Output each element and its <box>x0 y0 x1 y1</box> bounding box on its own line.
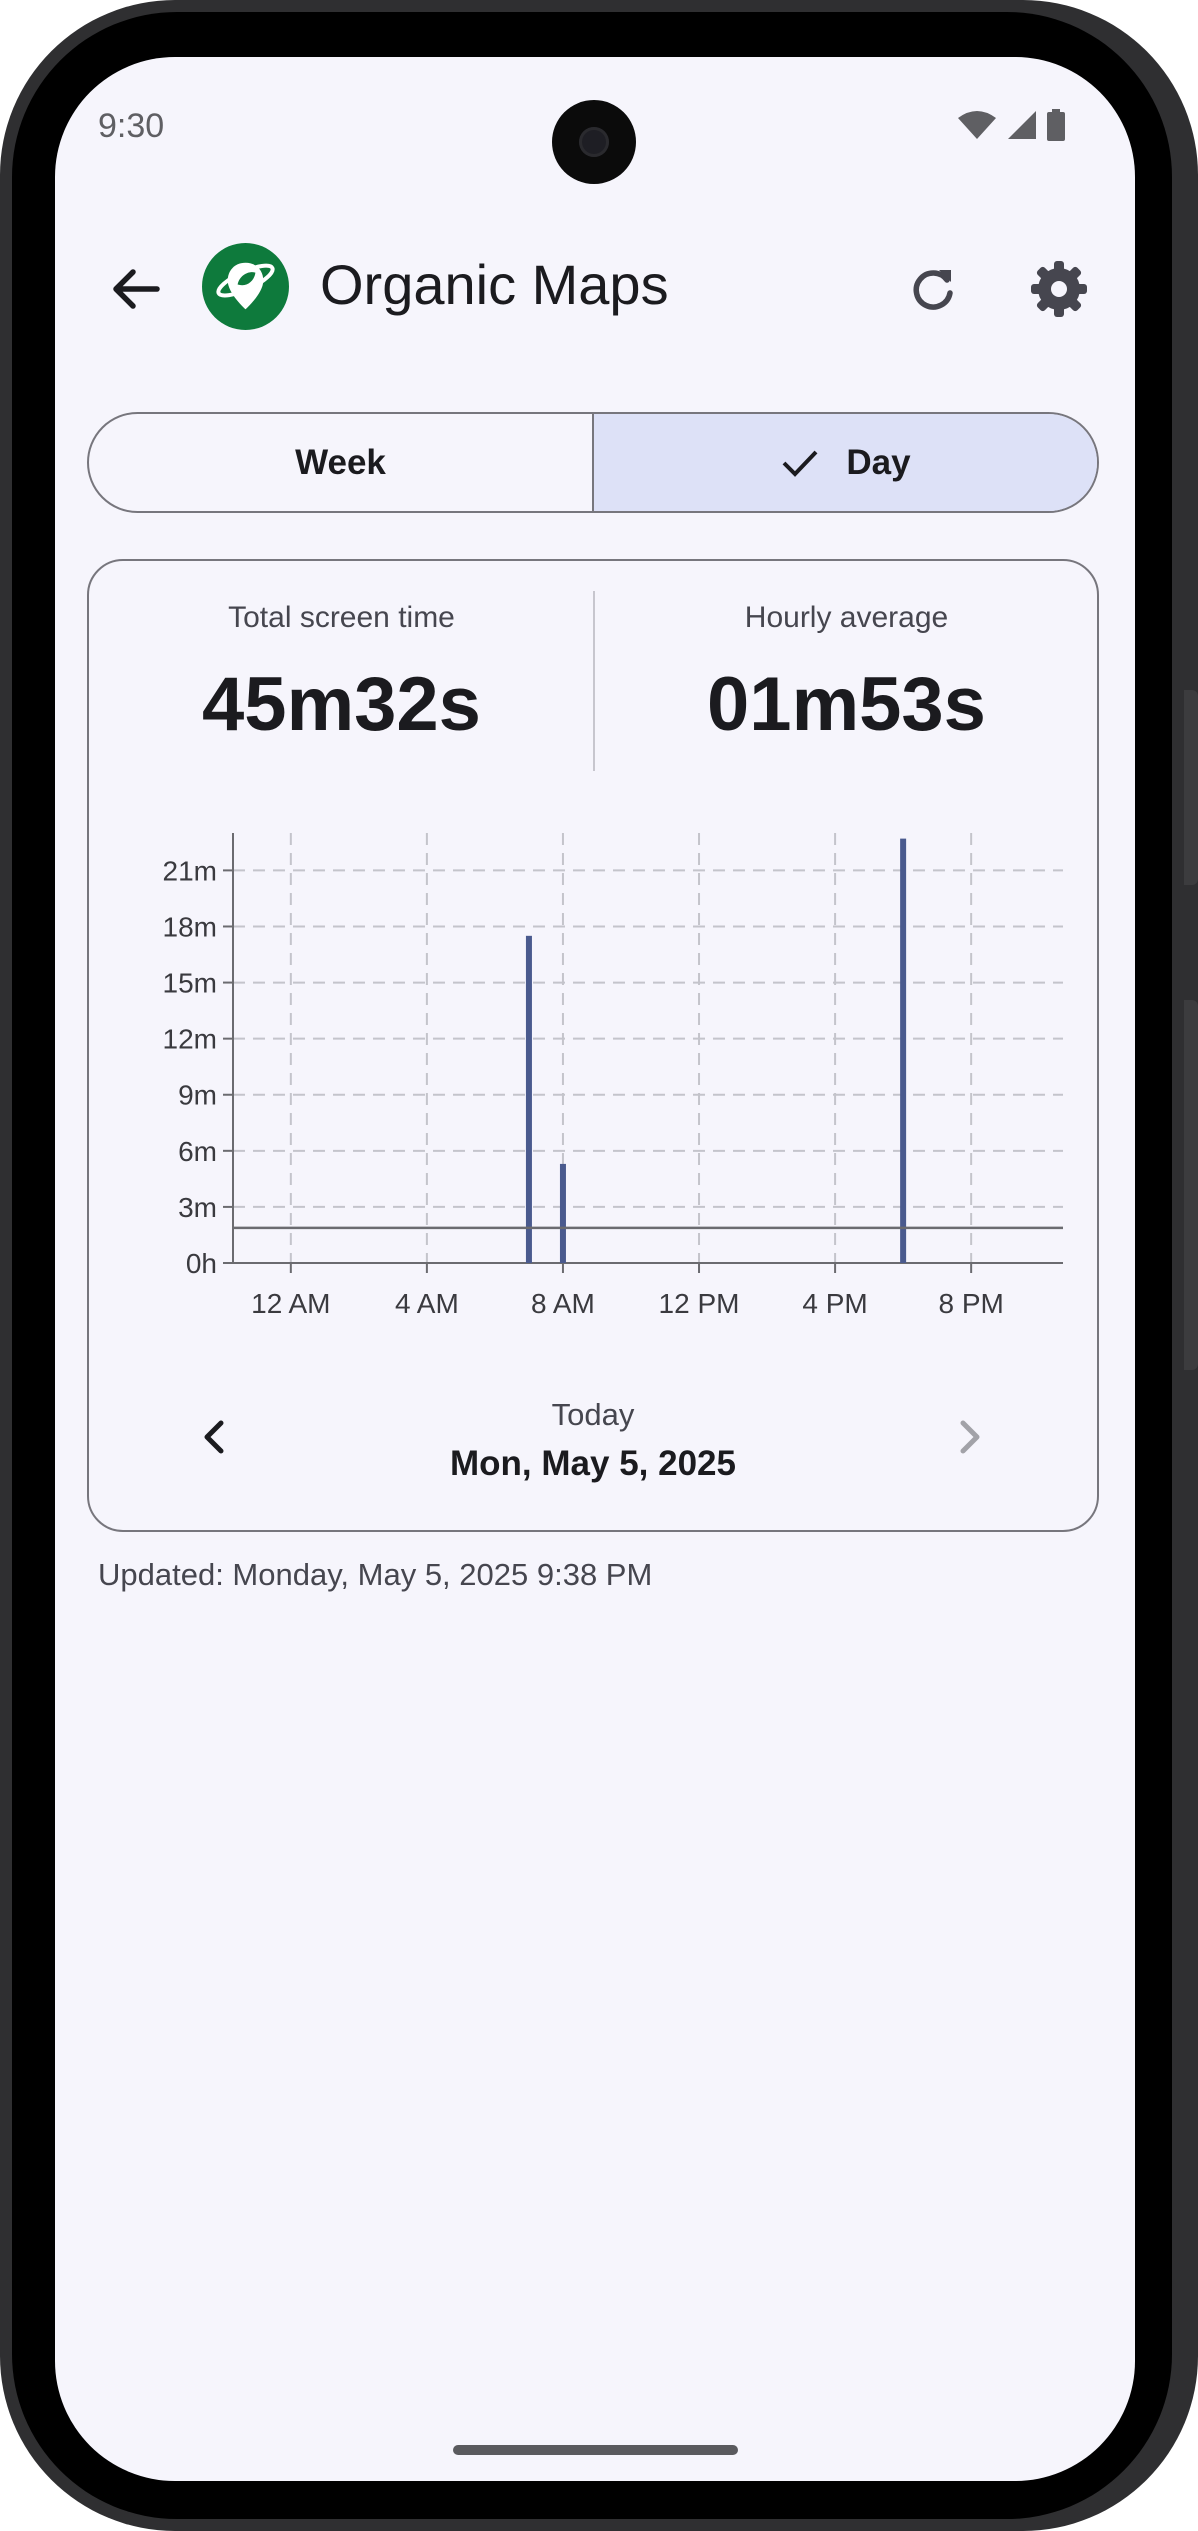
chevron-right-icon[interactable] <box>941 1409 997 1465</box>
y-tick-label: 15m <box>163 968 217 999</box>
x-tick-label: 8 PM <box>938 1288 1003 1319</box>
x-tick-label: 12 PM <box>659 1288 740 1319</box>
organic-maps-logo <box>202 243 289 330</box>
updated-timestamp: Updated: Monday, May 5, 2025 9:38 PM <box>98 1557 653 1592</box>
usage-bar <box>559 1163 566 1263</box>
usage-bar <box>900 838 907 1263</box>
usage-chart: 0h 3m 6m 9m 12m 15m 18m 21m 12 AM 4 AM 8 AM 12 PM 4 … <box>163 833 1063 1319</box>
status-time: 9:30 <box>98 107 165 145</box>
y-tick-label: 3m <box>178 1192 217 1223</box>
power-button <box>1184 690 1198 885</box>
segment-week-label: Week <box>295 442 386 482</box>
battery-icon <box>1047 109 1065 141</box>
y-tick-label: 0h <box>186 1248 217 1279</box>
app-title: Organic Maps <box>320 253 669 316</box>
segment-day[interactable]: Day <box>592 414 1097 511</box>
y-tick-label: 9m <box>178 1080 217 1111</box>
segment-day-label: Day <box>846 442 911 482</box>
period-segmented-control: Week Day <box>87 412 1099 513</box>
y-tick-label: 18m <box>163 911 217 942</box>
x-tick-label: 4 PM <box>802 1288 867 1319</box>
status-icons <box>957 109 1065 141</box>
cellular-signal-icon <box>1008 111 1036 139</box>
screen: 9:30 Organic Maps Week Day Total screen … <box>55 57 1135 2481</box>
volume-button <box>1184 1000 1198 1370</box>
usage-bar <box>525 935 532 1263</box>
x-tick-label: 12 AM <box>251 1288 330 1319</box>
hourly-average-label: Hourly average <box>744 601 949 634</box>
front-camera <box>552 100 636 184</box>
hourly-average-value: 01m53s <box>707 662 986 747</box>
phone-frame: 9:30 Organic Maps Week Day Total screen … <box>0 0 1198 2531</box>
usage-card: Total screen time 45m32s Hourly average … <box>87 559 1099 1532</box>
total-screen-time-value: 45m32s <box>202 662 481 747</box>
x-tick-label: 4 AM <box>395 1288 459 1319</box>
y-tick-label: 21m <box>163 855 217 886</box>
check-icon <box>782 450 818 477</box>
y-tick-label: 6m <box>178 1136 217 1167</box>
segment-week[interactable]: Week <box>89 414 592 511</box>
refresh-icon[interactable] <box>897 253 969 325</box>
total-screen-time-label: Total screen time <box>228 601 455 634</box>
gear-icon[interactable] <box>1023 253 1095 325</box>
y-tick-label: 12m <box>163 1024 217 1055</box>
home-indicator[interactable] <box>453 2445 738 2455</box>
x-tick-label: 8 AM <box>531 1288 595 1319</box>
back-arrow-icon[interactable] <box>99 253 171 325</box>
wifi-icon <box>958 111 996 139</box>
